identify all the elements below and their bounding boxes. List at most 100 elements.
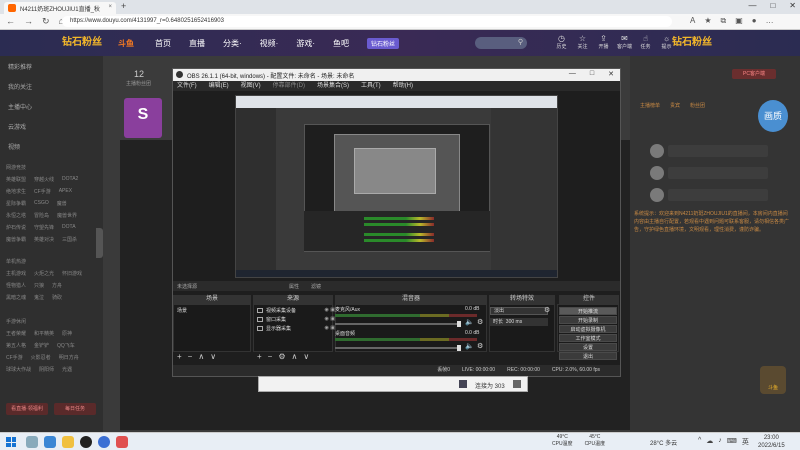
sidebar-category-row[interactable]: 球球大作战 阴阳师 光遇 bbox=[6, 366, 72, 373]
speaker-icon[interactable]: 🔈 bbox=[465, 342, 474, 350]
cloud-icon[interactable]: ☁ bbox=[706, 437, 713, 447]
volume-slider[interactable] bbox=[335, 321, 461, 327]
avatar[interactable] bbox=[650, 144, 664, 158]
read-aloud-icon[interactable]: A bbox=[690, 16, 695, 26]
watch-reward-button[interactable]: 看直播·领福利 bbox=[6, 403, 48, 415]
sidebar-category-row[interactable]: 绝地求生 CF手游 APEX bbox=[6, 188, 72, 195]
studio-mode-button[interactable]: 工作室模式 bbox=[559, 334, 617, 342]
history-button[interactable]: ◷ 历史 bbox=[553, 34, 570, 50]
nav-home[interactable]: 首页 bbox=[155, 38, 171, 49]
sidebar-category-row[interactable]: 星际争霸 CSGO 魔兽 bbox=[6, 200, 67, 207]
nav-category[interactable]: 分类· bbox=[223, 38, 242, 49]
obs-maximize-button[interactable]: □ bbox=[590, 70, 594, 78]
keyboard-icon[interactable]: ⌨ bbox=[727, 437, 737, 447]
gear-icon[interactable]: ⚙ bbox=[278, 352, 285, 362]
wifi-icon[interactable] bbox=[513, 380, 521, 388]
nav-live[interactable]: 直播 bbox=[189, 38, 205, 49]
obs-icon[interactable] bbox=[80, 436, 92, 448]
source-row[interactable]: 显示器采集 ◉ ▣ bbox=[257, 325, 337, 333]
move-up-button[interactable]: ∧ bbox=[292, 352, 298, 362]
sidebar-category-row[interactable]: 第五人格 金铲铲 QQ飞车 bbox=[6, 342, 75, 349]
sidebar-category-row[interactable]: 永恒之塔 冒险岛 魔兽世界 bbox=[6, 212, 77, 219]
eye-icon[interactable]: ◉ ▣ bbox=[325, 316, 335, 322]
nav-fishbar[interactable]: 鱼吧 bbox=[333, 38, 349, 49]
tray-expand-icon[interactable]: ^ bbox=[698, 437, 701, 447]
move-up-button[interactable]: ∧ bbox=[198, 352, 204, 362]
pc-client-button[interactable]: PC客户端 bbox=[732, 69, 776, 79]
mascot-icon[interactable]: 斗鱼 bbox=[760, 366, 786, 394]
extensions-icon[interactable]: ⧉ bbox=[721, 16, 727, 26]
virtual-camera-button[interactable]: 启动虚拟摄像机 bbox=[559, 325, 617, 333]
sidebar-category-row[interactable]: 王者荣耀 和平精英 原神 bbox=[6, 330, 72, 337]
sidebar-category-row[interactable]: 怪物猎人 只狼 方舟 bbox=[6, 282, 62, 289]
gear-icon[interactable]: ⚙ bbox=[477, 342, 483, 350]
search-icon[interactable]: ⚲ bbox=[518, 38, 523, 46]
sidebar-category-row[interactable]: 英雄联盟 穿越火线 DOTA2 bbox=[6, 176, 78, 183]
exit-button[interactable]: 退出 bbox=[559, 352, 617, 360]
menu-view[interactable]: 视图(V) bbox=[241, 81, 261, 91]
gear-icon[interactable]: ⚙ bbox=[477, 318, 483, 326]
windows-start-icon[interactable] bbox=[6, 437, 16, 447]
close-tab-icon[interactable]: × bbox=[108, 4, 112, 10]
settings-button[interactable]: 设置 bbox=[559, 343, 617, 351]
search-icon[interactable] bbox=[26, 436, 38, 448]
source-row[interactable]: 视频采集设备 ◉ ▣ bbox=[257, 307, 337, 315]
add-source-button[interactable]: + bbox=[257, 352, 262, 362]
start-recording-button[interactable]: 开始录制 bbox=[559, 316, 617, 324]
filters-button[interactable]: 滤镜 bbox=[311, 283, 321, 290]
info-icon[interactable] bbox=[459, 380, 467, 388]
avatar[interactable] bbox=[650, 166, 664, 180]
source-row[interactable]: 窗口采集 ◉ ▣ bbox=[257, 316, 337, 324]
ime-indicator[interactable]: 英 bbox=[742, 437, 749, 447]
tab-fans[interactable]: 粉丝团 bbox=[690, 102, 705, 109]
scene-item[interactable]: 场景 bbox=[174, 305, 250, 316]
tab-vip[interactable]: 贵宾 bbox=[670, 102, 680, 109]
obs-preview[interactable] bbox=[235, 95, 558, 278]
volume-slider[interactable] bbox=[335, 345, 461, 351]
edge-icon[interactable] bbox=[44, 436, 56, 448]
streamer-avatar[interactable]: S bbox=[124, 98, 162, 138]
move-down-button[interactable]: ∨ bbox=[303, 352, 309, 362]
address-bar[interactable]: https://www.douyu.com/4131997_r=0.648025… bbox=[62, 16, 672, 27]
move-down-button[interactable]: ∨ bbox=[210, 352, 216, 362]
folder-icon[interactable] bbox=[62, 436, 74, 448]
sidebar-item-cloud-game[interactable]: 云游戏 bbox=[8, 122, 26, 131]
eye-icon[interactable]: ◉ ▣ bbox=[325, 307, 335, 313]
menu-file[interactable]: 文件(F) bbox=[177, 81, 197, 91]
menu-edit[interactable]: 编辑(E) bbox=[209, 81, 229, 91]
site-logo-right[interactable]: 钻石粉丝 bbox=[672, 33, 712, 53]
volume-icon[interactable]: ♪ bbox=[718, 437, 722, 447]
app-icon[interactable] bbox=[116, 436, 128, 448]
avatar[interactable] bbox=[650, 188, 664, 202]
transition-duration[interactable]: 时长 300 ms bbox=[490, 318, 548, 326]
sidebar-category-row[interactable]: 炉石传说 守望先锋 DOTA bbox=[6, 224, 76, 231]
forward-icon[interactable]: → bbox=[24, 16, 33, 27]
menu-help[interactable]: 帮助(H) bbox=[393, 81, 413, 91]
sidebar-item-anchor-center[interactable]: 主播中心 bbox=[8, 102, 32, 111]
menu-tools[interactable]: 工具(T) bbox=[361, 81, 381, 91]
sidebar-category-row[interactable]: 主机游戏 火炬之光 怀旧游戏 bbox=[6, 270, 82, 277]
remove-source-button[interactable]: − bbox=[268, 352, 273, 362]
add-scene-button[interactable]: + bbox=[177, 352, 182, 362]
gear-icon[interactable]: ⚙ bbox=[544, 306, 550, 314]
tab-ranking[interactable]: 主播榜单 bbox=[640, 102, 660, 109]
refresh-icon[interactable]: ↻ bbox=[42, 16, 50, 27]
site-logo[interactable]: 钻石粉丝 bbox=[52, 33, 112, 53]
back-icon[interactable]: ← bbox=[6, 16, 15, 27]
task-button[interactable]: ☝ 任务 bbox=[637, 34, 654, 50]
nav-video[interactable]: 视频· bbox=[260, 38, 279, 49]
volume-knob[interactable] bbox=[457, 345, 461, 351]
minimize-button[interactable]: — bbox=[748, 1, 756, 10]
browser-tab[interactable]: N4211奶斑ZHOUJIU1直播_秋 × bbox=[4, 2, 116, 14]
sidebar-item-follow[interactable]: 我的关注 bbox=[8, 82, 32, 91]
client-button[interactable]: ✉ 客户端 bbox=[616, 34, 633, 50]
clock[interactable]: 23:00 2022/6/15 bbox=[758, 434, 785, 450]
douyu-logo[interactable]: 斗鱼 bbox=[118, 38, 134, 49]
obs-close-button[interactable]: ✕ bbox=[608, 70, 614, 78]
weather-widget[interactable]: 28°C 多云 bbox=[650, 438, 677, 447]
nav-games[interactable]: 游戏· bbox=[296, 38, 315, 49]
favorite-icon[interactable]: ★ bbox=[704, 16, 711, 26]
broadcast-button[interactable]: ⇪ 开播 bbox=[595, 34, 612, 50]
obs-minimize-button[interactable]: — bbox=[569, 70, 576, 78]
daily-task-button[interactable]: 每日任务 bbox=[54, 403, 96, 415]
